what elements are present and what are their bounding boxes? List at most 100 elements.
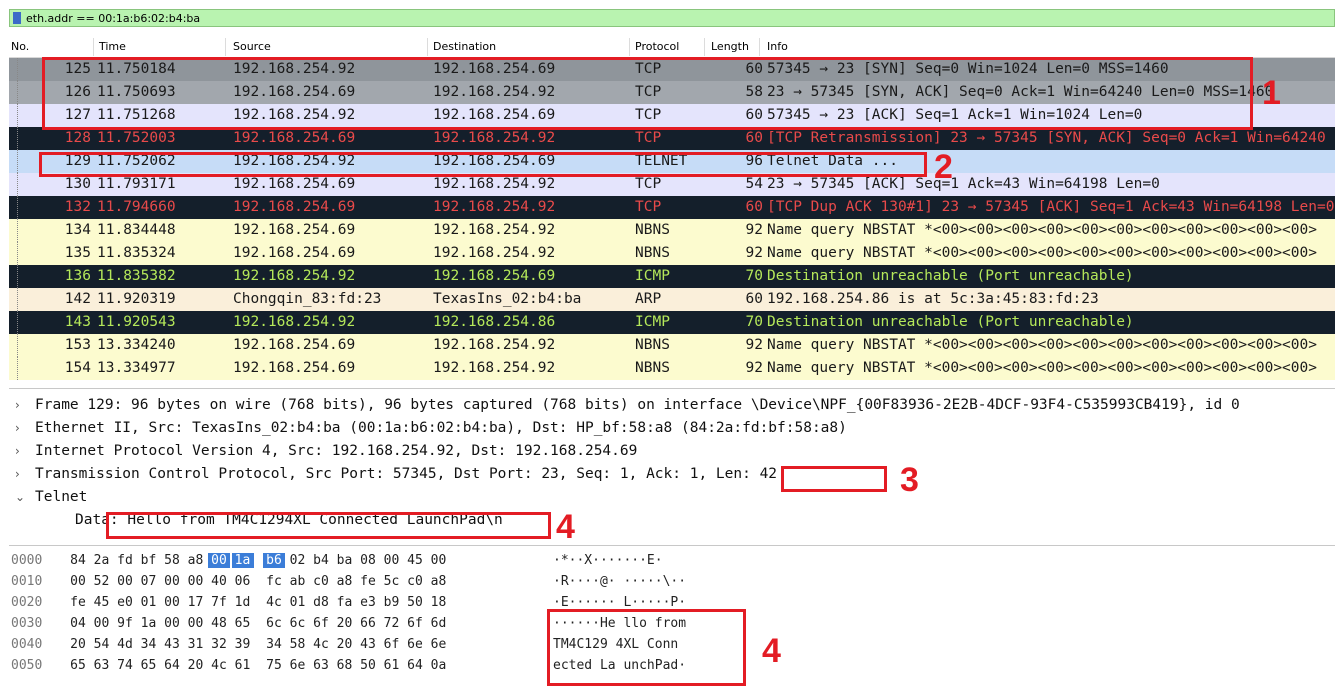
hex-byte[interactable]: 72 <box>381 616 403 631</box>
hex-byte[interactable]: 20 <box>334 616 356 631</box>
hex-byte[interactable]: 65 <box>67 658 89 673</box>
hex-byte[interactable]: a8 <box>185 553 207 568</box>
hex-byte[interactable]: 32 <box>208 637 230 652</box>
hex-byte[interactable]: 52 <box>91 574 113 589</box>
collapsed-arrow-icon[interactable]: › <box>15 398 20 412</box>
packet-row[interactable]: 132 11.794660 192.168.254.69 192.168.254.92… <box>9 196 1335 219</box>
hex-byte[interactable]: 50 <box>404 595 426 610</box>
hex-ascii[interactable]: ·*··X·······E· <box>553 553 663 568</box>
hex-byte[interactable]: 50 <box>357 658 379 673</box>
hex-byte[interactable]: fe <box>357 574 379 589</box>
hex-byte[interactable]: fa <box>334 595 356 610</box>
hex-byte[interactable]: 43 <box>357 637 379 652</box>
column-header-length[interactable]: Length <box>711 40 749 53</box>
hex-byte[interactable]: c0 <box>404 574 426 589</box>
hex-byte[interactable]: 1d <box>232 595 254 610</box>
detail-tree-item[interactable]: › Transmission Control Protocol, Src Port… <box>9 463 1335 486</box>
column-header-no[interactable]: No. <box>11 40 29 53</box>
packet-row[interactable]: 128 11.752003 192.168.254.69 192.168.254.92… <box>9 127 1335 150</box>
column-header-protocol[interactable]: Protocol <box>635 40 679 53</box>
hex-byte[interactable]: 4d <box>114 637 136 652</box>
hex-byte[interactable]: fd <box>114 553 136 568</box>
hex-byte[interactable]: 34 <box>138 637 160 652</box>
collapsed-arrow-icon[interactable]: › <box>15 421 20 435</box>
hex-byte[interactable]: 08 <box>357 553 379 568</box>
packet-row[interactable]: 135 11.835324 192.168.254.69 192.168.254.92… <box>9 242 1335 265</box>
hex-byte[interactable]: 4c <box>310 637 332 652</box>
hex-byte[interactable]: 61 <box>232 658 254 673</box>
hex-byte[interactable]: 00 <box>67 574 89 589</box>
collapsed-arrow-icon[interactable]: › <box>15 467 20 481</box>
hex-byte[interactable]: 68 <box>334 658 356 673</box>
hex-byte[interactable]: 6f <box>404 616 426 631</box>
hex-byte[interactable]: 6d <box>428 616 450 631</box>
hex-byte[interactable]: fe <box>67 595 89 610</box>
hex-byte[interactable]: 5c <box>381 574 403 589</box>
hex-byte[interactable]: 4c <box>263 595 285 610</box>
expanded-arrow-icon[interactable]: ⌄ <box>15 490 25 504</box>
hex-byte[interactable]: 45 <box>404 553 426 568</box>
bookmark-icon[interactable] <box>13 12 21 24</box>
hex-byte[interactable]: 6e <box>404 637 426 652</box>
hex-byte[interactable]: 43 <box>161 637 183 652</box>
hex-byte[interactable]: 01 <box>287 595 309 610</box>
hex-byte[interactable]: 1a <box>231 553 254 568</box>
hex-byte[interactable]: c0 <box>310 574 332 589</box>
detail-tree-item[interactable]: ⌄ Telnet <box>9 486 1335 509</box>
detail-tree-item[interactable]: › Ethernet II, Src: TexasIns_02:b4:ba (00… <box>9 417 1335 440</box>
hex-byte[interactable]: 48 <box>208 616 230 631</box>
hex-byte[interactable]: 00 <box>185 616 207 631</box>
hex-byte[interactable]: ab <box>287 574 309 589</box>
hex-ascii[interactable]: ·E······ L·····P· <box>553 595 686 610</box>
hex-byte[interactable]: 6e <box>428 637 450 652</box>
hex-byte[interactable]: 6c <box>287 616 309 631</box>
hex-byte[interactable]: 61 <box>381 658 403 673</box>
hex-byte[interactable]: 65 <box>138 658 160 673</box>
column-separator[interactable] <box>427 38 428 56</box>
hex-byte[interactable]: 34 <box>263 637 285 652</box>
hex-byte[interactable]: 6f <box>310 616 332 631</box>
packet-row[interactable]: 134 11.834448 192.168.254.69 192.168.254.92… <box>9 219 1335 242</box>
hex-byte[interactable]: 18 <box>428 595 450 610</box>
hex-byte[interactable]: 20 <box>185 658 207 673</box>
hex-byte[interactable]: fc <box>263 574 285 589</box>
column-header-destination[interactable]: Destination <box>433 40 496 53</box>
packet-row[interactable]: 153 13.334240 192.168.254.69 192.168.254.92… <box>9 334 1335 357</box>
hex-byte[interactable]: e0 <box>114 595 136 610</box>
hex-byte[interactable]: bf <box>138 553 160 568</box>
hex-byte[interactable]: 20 <box>334 637 356 652</box>
hex-byte[interactable]: 02 <box>287 553 309 568</box>
column-separator[interactable] <box>704 38 705 56</box>
hex-byte[interactable]: 58 <box>161 553 183 568</box>
hex-byte[interactable]: 0a <box>428 658 450 673</box>
hex-byte[interactable]: 00 <box>381 553 403 568</box>
display-filter-input[interactable]: eth.addr == 00:1a:b6:02:b4:ba <box>9 9 1335 27</box>
hex-byte[interactable]: 06 <box>232 574 254 589</box>
hex-byte[interactable]: 1a <box>138 616 160 631</box>
hex-byte[interactable]: 45 <box>91 595 113 610</box>
hex-byte[interactable]: d8 <box>310 595 332 610</box>
column-separator[interactable] <box>759 38 760 56</box>
hex-byte[interactable]: a8 <box>334 574 356 589</box>
column-separator[interactable] <box>93 38 94 56</box>
column-header-time[interactable]: Time <box>99 40 126 53</box>
hex-byte[interactable]: 54 <box>91 637 113 652</box>
hex-byte[interactable]: ba <box>334 553 356 568</box>
hex-byte[interactable]: b9 <box>381 595 403 610</box>
hex-byte[interactable]: e3 <box>357 595 379 610</box>
collapsed-arrow-icon[interactable]: › <box>15 444 20 458</box>
packet-row[interactable]: 136 11.835382 192.168.254.92 192.168.254.69… <box>9 265 1335 288</box>
hex-byte[interactable]: 64 <box>404 658 426 673</box>
column-header-source[interactable]: Source <box>233 40 271 53</box>
column-header-info[interactable]: Info <box>767 40 788 53</box>
hex-byte[interactable]: 7f <box>208 595 230 610</box>
pane-divider[interactable] <box>9 545 1335 546</box>
hex-byte[interactable]: 39 <box>232 637 254 652</box>
hex-byte[interactable]: 00 <box>208 553 230 568</box>
packet-row[interactable]: 143 11.920543 192.168.254.92 192.168.254.86… <box>9 311 1335 334</box>
hex-byte[interactable]: 6c <box>263 616 285 631</box>
hex-byte[interactable]: 66 <box>357 616 379 631</box>
hex-byte[interactable]: a8 <box>428 574 450 589</box>
hex-byte[interactable]: 64 <box>161 658 183 673</box>
hex-byte[interactable]: 17 <box>185 595 207 610</box>
